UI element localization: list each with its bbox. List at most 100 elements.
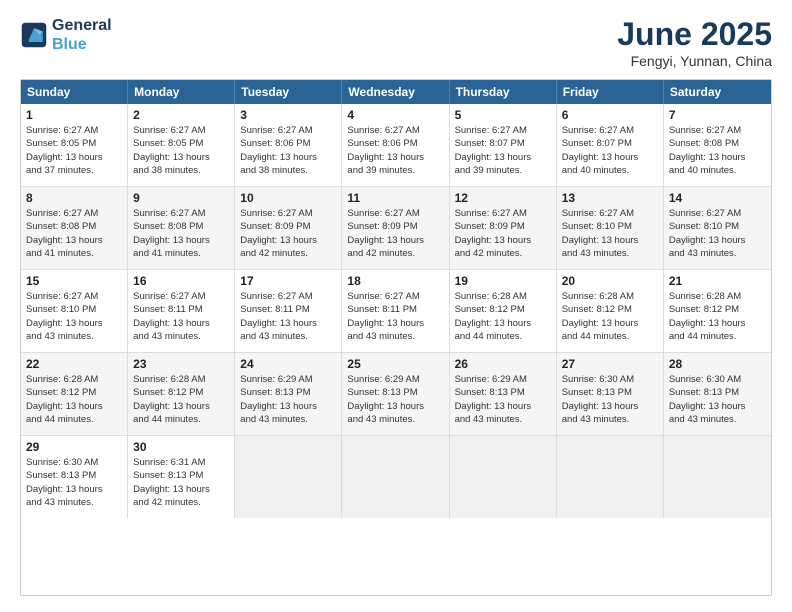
day-info: Sunrise: 6:27 AMSunset: 8:09 PMDaylight:… [455, 207, 551, 260]
day-info: Sunrise: 6:28 AMSunset: 8:12 PMDaylight:… [455, 290, 551, 343]
cal-cell: 20Sunrise: 6:28 AMSunset: 8:12 PMDayligh… [557, 270, 664, 352]
cal-cell: 21Sunrise: 6:28 AMSunset: 8:12 PMDayligh… [664, 270, 771, 352]
cal-cell: 16Sunrise: 6:27 AMSunset: 8:11 PMDayligh… [128, 270, 235, 352]
day-number: 14 [669, 191, 766, 205]
cal-cell [342, 436, 449, 518]
header-thursday: Thursday [450, 80, 557, 104]
day-number: 26 [455, 357, 551, 371]
day-number: 7 [669, 108, 766, 122]
day-number: 1 [26, 108, 122, 122]
day-info: Sunrise: 6:27 AMSunset: 8:09 PMDaylight:… [240, 207, 336, 260]
day-number: 8 [26, 191, 122, 205]
day-number: 10 [240, 191, 336, 205]
day-info: Sunrise: 6:28 AMSunset: 8:12 PMDaylight:… [26, 373, 122, 426]
cal-cell: 12 Sunrise: 6:27 AMSunset: 8:09 PMDayligh… [450, 187, 557, 269]
day-info: Sunrise: 6:27 AMSunset: 8:06 PMDaylight:… [347, 124, 443, 177]
cal-cell: 5 Sunrise: 6:27 AMSunset: 8:07 PMDaylight… [450, 104, 557, 186]
cal-cell: 29 Sunrise: 6:30 AMSunset: 8:13 PMDayligh… [21, 436, 128, 518]
day-number: 30 [133, 440, 229, 454]
cal-cell: 3 Sunrise: 6:27 AMSunset: 8:06 PMDaylight… [235, 104, 342, 186]
day-info: Sunrise: 6:27 AMSunset: 8:08 PMDaylight:… [26, 207, 122, 260]
cal-cell: 25 Sunrise: 6:29 AMSunset: 8:13 PMDayligh… [342, 353, 449, 435]
logo-text: General Blue [52, 16, 112, 54]
day-info: Sunrise: 6:28 AMSunset: 8:12 PMDaylight:… [133, 373, 229, 426]
day-number: 18 [347, 274, 443, 288]
day-number: 3 [240, 108, 336, 122]
cal-cell: 28 Sunrise: 6:30 AMSunset: 8:13 PMDayligh… [664, 353, 771, 435]
day-number: 4 [347, 108, 443, 122]
day-number: 16 [133, 274, 229, 288]
cal-cell: 15 Sunrise: 6:27 AMSunset: 8:10 PMDayligh… [21, 270, 128, 352]
day-info: Sunrise: 6:27 AMSunset: 8:09 PMDaylight:… [347, 207, 443, 260]
logo-icon [20, 21, 48, 49]
day-info: Sunrise: 6:27 AMSunset: 8:10 PMDaylight:… [562, 207, 658, 260]
day-number: 19 [455, 274, 551, 288]
cal-cell: 19 Sunrise: 6:28 AMSunset: 8:12 PMDayligh… [450, 270, 557, 352]
cal-cell: 30 Sunrise: 6:31 AMSunset: 8:13 PMDayligh… [128, 436, 235, 518]
location: Fengyi, Yunnan, China [617, 53, 772, 69]
cal-row-4: 22 Sunrise: 6:28 AMSunset: 8:12 PMDayligh… [21, 353, 771, 436]
cal-cell: 14 Sunrise: 6:27 AMSunset: 8:10 PMDayligh… [664, 187, 771, 269]
cal-cell [664, 436, 771, 518]
title-block: June 2025 Fengyi, Yunnan, China [617, 16, 772, 69]
day-info: Sunrise: 6:27 AMSunset: 8:10 PMDaylight:… [26, 290, 122, 343]
cal-cell: 24Sunrise: 6:29 AMSunset: 8:13 PMDayligh… [235, 353, 342, 435]
cal-cell [450, 436, 557, 518]
day-number: 5 [455, 108, 551, 122]
day-info: Sunrise: 6:27 AMSunset: 8:05 PMDaylight:… [133, 124, 229, 177]
day-number: 13 [562, 191, 658, 205]
day-number: 6 [562, 108, 658, 122]
day-info: Sunrise: 6:27 AMSunset: 8:10 PMDaylight:… [669, 207, 766, 260]
header-wednesday: Wednesday [342, 80, 449, 104]
cal-row-2: 8 Sunrise: 6:27 AMSunset: 8:08 PMDaylight… [21, 187, 771, 270]
day-info: Sunrise: 6:30 AMSunset: 8:13 PMDaylight:… [26, 456, 122, 509]
day-info: Sunrise: 6:28 AMSunset: 8:12 PMDaylight:… [562, 290, 658, 343]
day-number: 12 [455, 191, 551, 205]
cal-cell: 18 Sunrise: 6:27 AMSunset: 8:11 PMDayligh… [342, 270, 449, 352]
header-monday: Monday [128, 80, 235, 104]
cal-cell: 27Sunrise: 6:30 AMSunset: 8:13 PMDayligh… [557, 353, 664, 435]
cal-cell: 4 Sunrise: 6:27 AMSunset: 8:06 PMDaylight… [342, 104, 449, 186]
cal-cell: 13 Sunrise: 6:27 AMSunset: 8:10 PMDayligh… [557, 187, 664, 269]
day-info: Sunrise: 6:30 AMSunset: 8:13 PMDaylight:… [562, 373, 658, 426]
cal-cell: 22 Sunrise: 6:28 AMSunset: 8:12 PMDayligh… [21, 353, 128, 435]
month-title: June 2025 [617, 16, 772, 53]
day-number: 15 [26, 274, 122, 288]
cal-row-5: 29 Sunrise: 6:30 AMSunset: 8:13 PMDayligh… [21, 436, 771, 518]
day-info: Sunrise: 6:27 AMSunset: 8:05 PMDaylight:… [26, 124, 122, 177]
calendar-header: Sunday Monday Tuesday Wednesday Thursday… [21, 80, 771, 104]
calendar: Sunday Monday Tuesday Wednesday Thursday… [20, 79, 772, 596]
page: General Blue June 2025 Fengyi, Yunnan, C… [0, 0, 792, 612]
logo: General Blue [20, 16, 112, 54]
header-saturday: Saturday [664, 80, 771, 104]
day-number: 9 [133, 191, 229, 205]
day-info: Sunrise: 6:27 AMSunset: 8:06 PMDaylight:… [240, 124, 336, 177]
cal-cell: 6 Sunrise: 6:27 AMSunset: 8:07 PMDaylight… [557, 104, 664, 186]
day-number: 25 [347, 357, 443, 371]
day-info: Sunrise: 6:27 AMSunset: 8:11 PMDaylight:… [347, 290, 443, 343]
cal-cell: 17Sunrise: 6:27 AMSunset: 8:11 PMDayligh… [235, 270, 342, 352]
cal-cell: 2Sunrise: 6:27 AMSunset: 8:05 PMDaylight… [128, 104, 235, 186]
header-sunday: Sunday [21, 80, 128, 104]
day-info: Sunrise: 6:29 AMSunset: 8:13 PMDaylight:… [455, 373, 551, 426]
cal-cell: 10 Sunrise: 6:27 AMSunset: 8:09 PMDayligh… [235, 187, 342, 269]
day-info: Sunrise: 6:31 AMSunset: 8:13 PMDaylight:… [133, 456, 229, 509]
day-number: 23 [133, 357, 229, 371]
day-number: 29 [26, 440, 122, 454]
calendar-body: 1 Sunrise: 6:27 AMSunset: 8:05 PMDaylight… [21, 104, 771, 518]
day-info: Sunrise: 6:30 AMSunset: 8:13 PMDaylight:… [669, 373, 766, 426]
day-info: Sunrise: 6:29 AMSunset: 8:13 PMDaylight:… [347, 373, 443, 426]
cal-cell [235, 436, 342, 518]
header-tuesday: Tuesday [235, 80, 342, 104]
day-number: 28 [669, 357, 766, 371]
cal-cell: 23 Sunrise: 6:28 AMSunset: 8:12 PMDayligh… [128, 353, 235, 435]
day-number: 24 [240, 357, 336, 371]
cal-cell [557, 436, 664, 518]
day-number: 17 [240, 274, 336, 288]
cal-cell: 7Sunrise: 6:27 AMSunset: 8:08 PMDaylight… [664, 104, 771, 186]
day-info: Sunrise: 6:27 AMSunset: 8:07 PMDaylight:… [562, 124, 658, 177]
day-info: Sunrise: 6:28 AMSunset: 8:12 PMDaylight:… [669, 290, 766, 343]
day-info: Sunrise: 6:27 AMSunset: 8:07 PMDaylight:… [455, 124, 551, 177]
day-number: 22 [26, 357, 122, 371]
day-info: Sunrise: 6:27 AMSunset: 8:08 PMDaylight:… [133, 207, 229, 260]
